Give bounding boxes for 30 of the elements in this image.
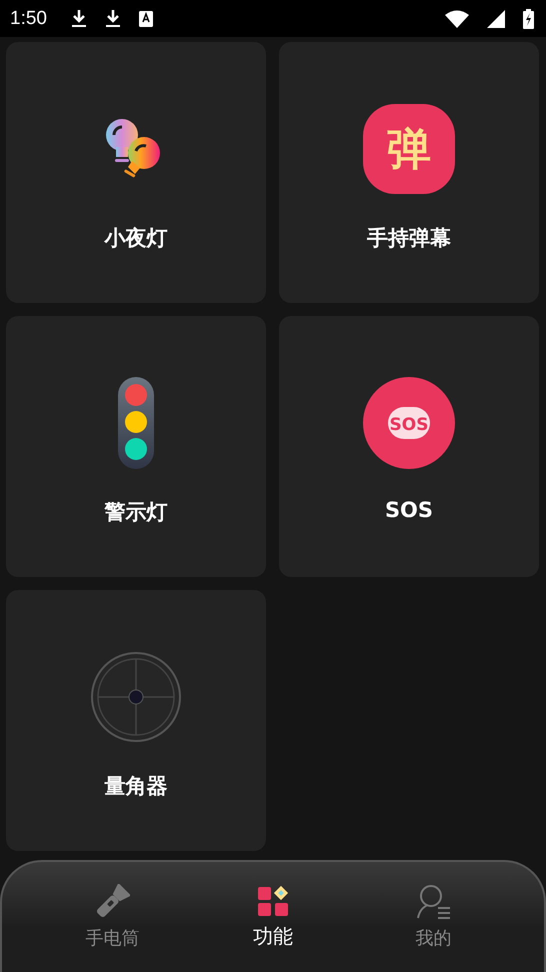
tool-card[interactable]: 弹 手持弹幕	[279, 42, 539, 303]
tab-label: 功能	[252, 922, 293, 950]
icon-character: 弹	[387, 124, 431, 175]
download-icon	[104, 10, 121, 28]
tool-label: 警示灯	[104, 499, 168, 526]
tool-card[interactable]: 警示灯	[6, 316, 266, 577]
tool-label: 量角器	[104, 773, 168, 800]
tool-label: SOS	[384, 498, 434, 522]
clock: 1:50	[10, 8, 47, 30]
wifi-icon	[445, 10, 469, 28]
grid-icon	[256, 884, 289, 916]
icon-text: SOS	[390, 415, 428, 435]
tool-card[interactable]: 小夜灯	[6, 42, 266, 303]
tool-card[interactable]: SOS SOS	[279, 316, 539, 577]
nav-tab[interactable]: 我的	[378, 884, 489, 950]
signal-icon	[487, 10, 505, 28]
download-icon	[70, 10, 87, 28]
battery-icon	[523, 8, 534, 28]
tool-card[interactable]: 量角器	[6, 590, 266, 851]
tool-label: 小夜灯	[104, 225, 168, 252]
tab-label: 手电筒	[85, 927, 140, 950]
tool-label: 手持弹幕	[367, 225, 451, 252]
nav-tab[interactable]: 功能	[218, 884, 328, 950]
flashlight-icon	[94, 884, 130, 920]
tab-label: 我的	[416, 927, 452, 950]
keyboard-icon	[138, 10, 153, 26]
profile-icon	[416, 884, 452, 920]
traffic-light-icon	[118, 377, 154, 469]
crosshair-icon	[90, 651, 182, 743]
nav-tab[interactable]: 手电筒	[57, 884, 168, 950]
